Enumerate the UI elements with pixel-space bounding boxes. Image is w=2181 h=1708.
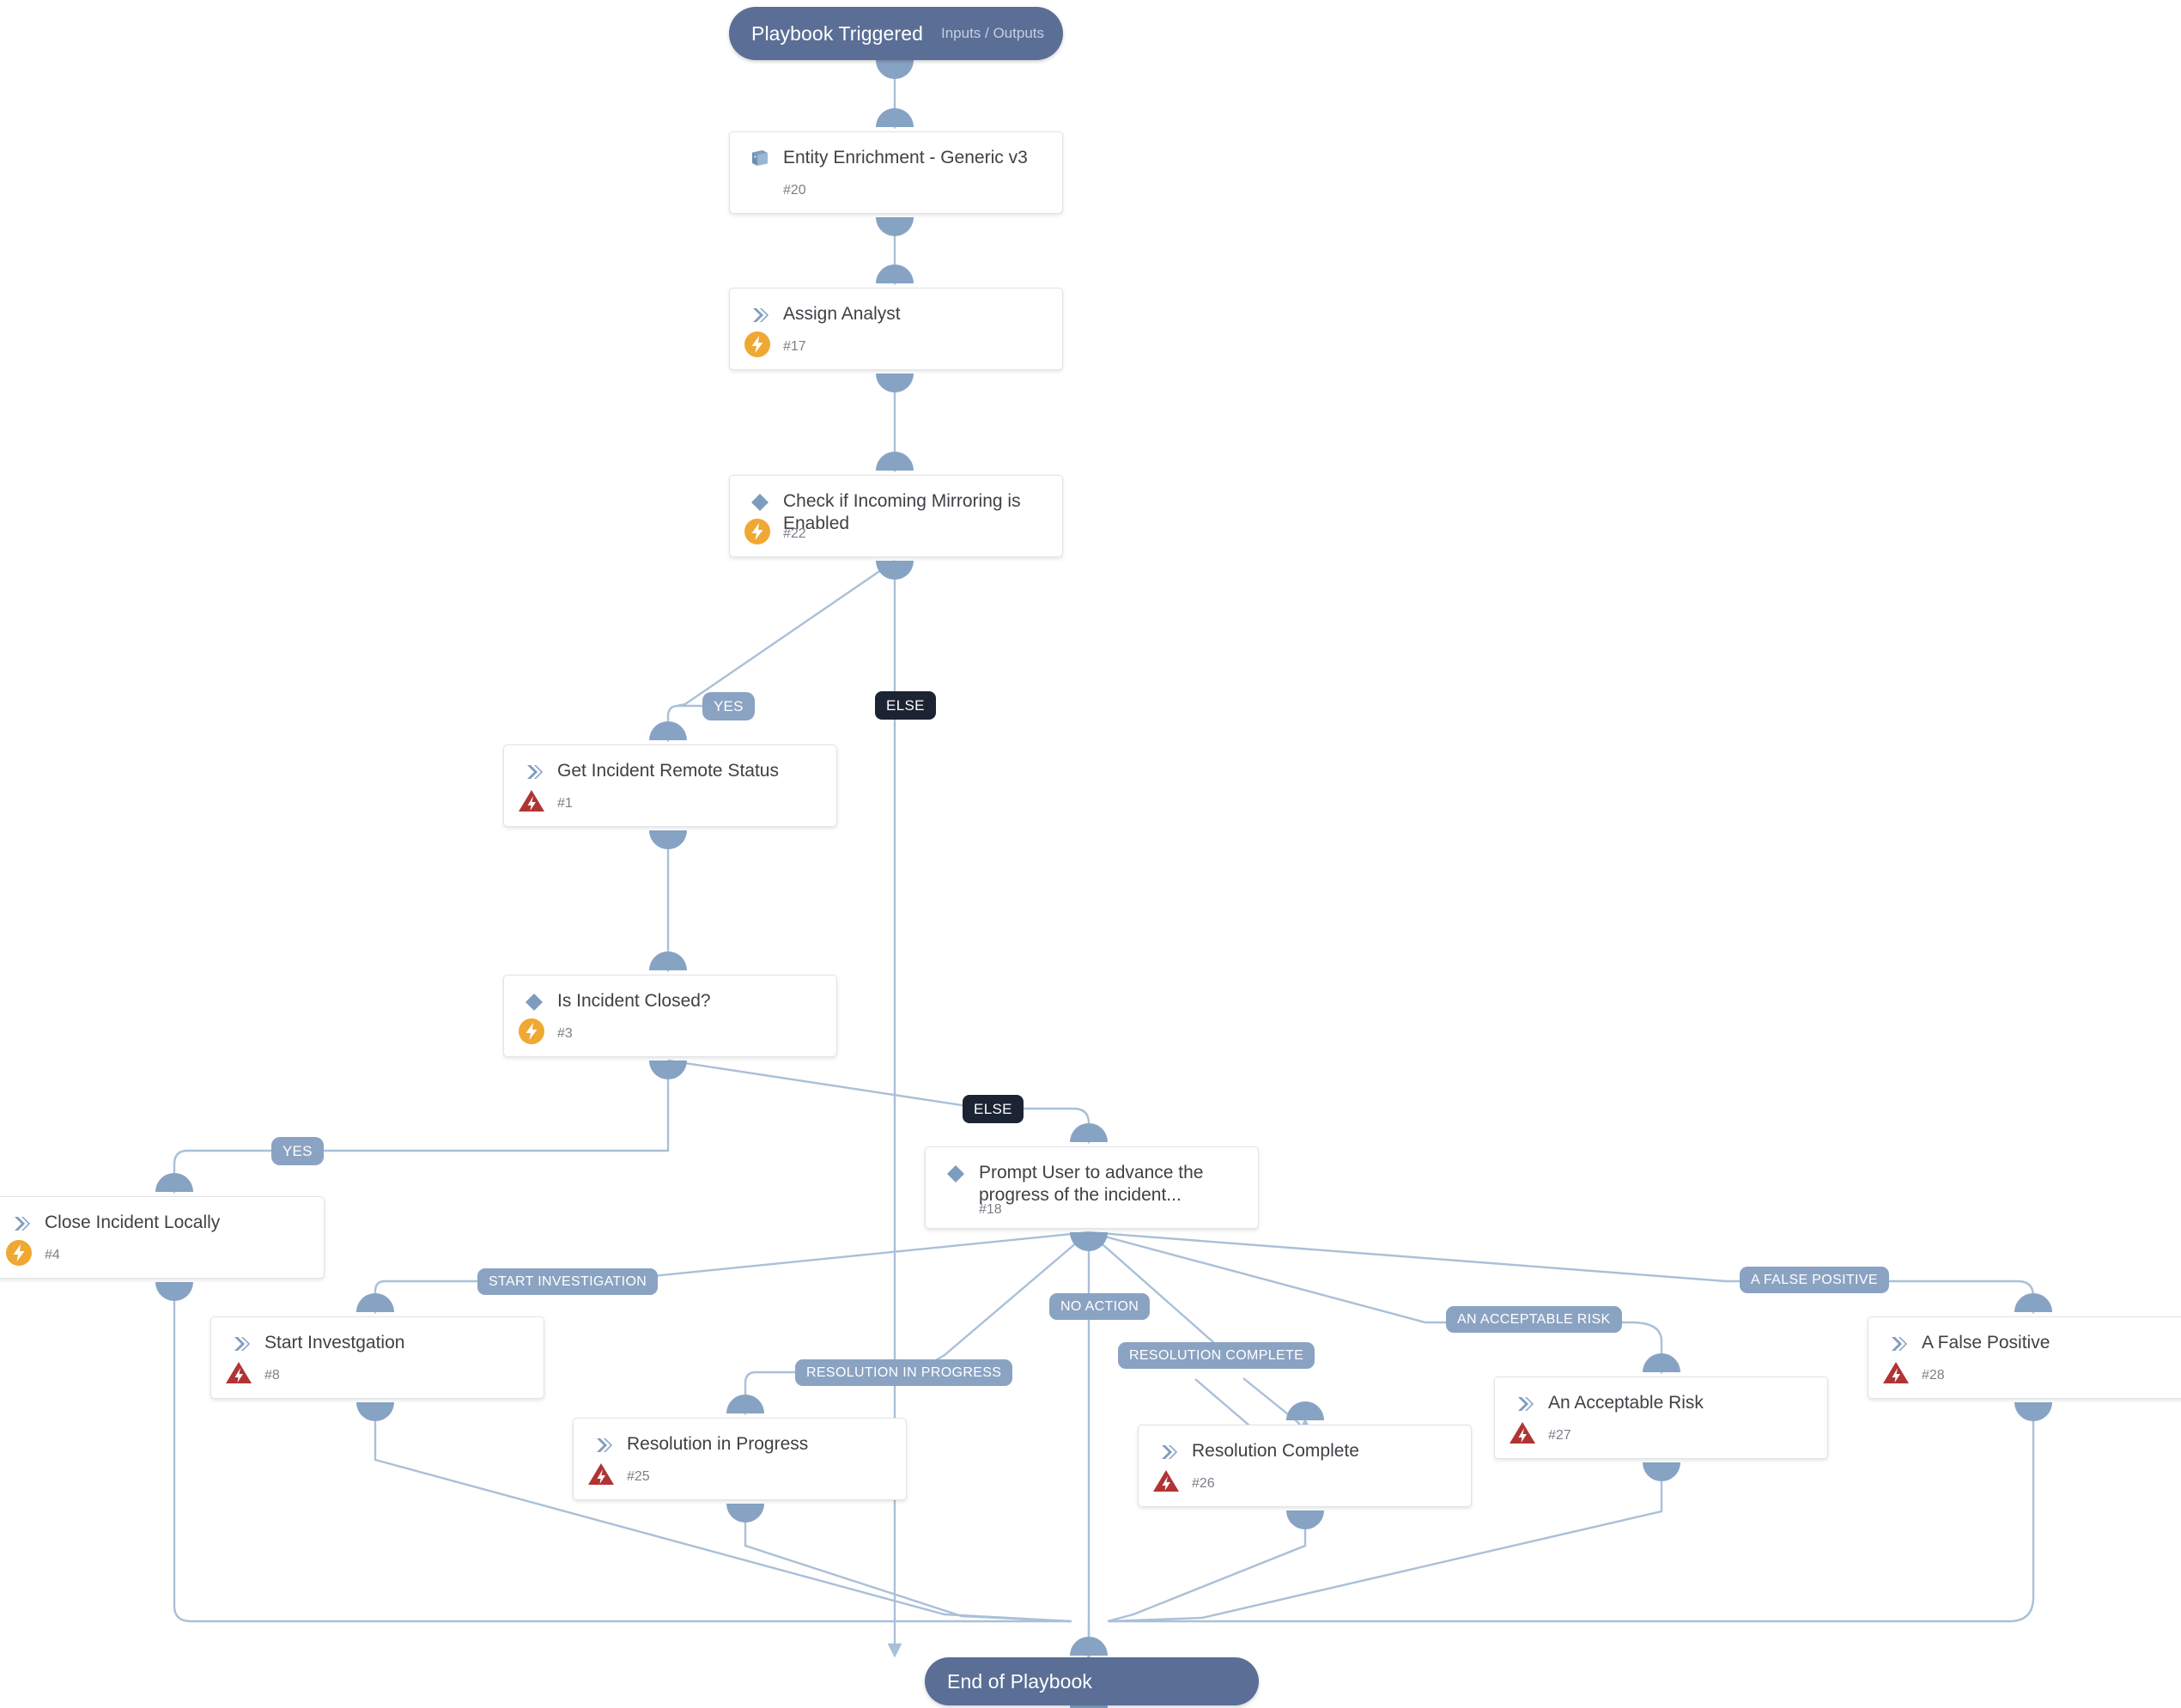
task-title: Start Investgation <box>264 1333 405 1352</box>
chevron-task-icon <box>230 1333 252 1355</box>
task-title: An Acceptable Risk <box>1548 1393 1704 1413</box>
branch-label-yes-mirroring[interactable]: YES <box>702 692 755 720</box>
chevron-task-icon <box>1157 1441 1180 1463</box>
branch-label-start-investigation[interactable]: START INVESTIGATION <box>477 1268 659 1295</box>
chevron-task-icon <box>592 1434 615 1456</box>
task-title: Is Incident Closed? <box>557 991 711 1011</box>
lightning-status-icon <box>741 515 774 548</box>
task-card-get-incident-remote-status[interactable]: Get Incident Remote Status #1 <box>503 745 837 827</box>
end-of-playbook-node[interactable]: End of Playbook <box>925 1657 1259 1705</box>
task-number: #26 <box>1192 1476 1215 1491</box>
task-number: #18 <box>979 1202 1002 1217</box>
playbook-triggered-node[interactable]: Playbook Triggered Inputs / Outputs <box>729 7 1063 60</box>
task-number: #22 <box>783 526 806 541</box>
diamond-condition-icon <box>749 491 771 514</box>
branch-label-an-acceptable-risk[interactable]: AN ACCEPTABLE RISK <box>1446 1306 1622 1333</box>
chevron-task-icon <box>1514 1393 1536 1415</box>
task-card-a-false-positive[interactable]: A False Positive #28 <box>1868 1316 2181 1399</box>
playbook-canvas[interactable]: Playbook Triggered Inputs / Outputs Enti… <box>0 0 2181 1708</box>
task-number: #4 <box>45 1248 60 1262</box>
end-node-title: End of Playbook <box>947 1669 1093 1693</box>
error-status-icon <box>1506 1417 1539 1450</box>
branch-label-resolution-complete[interactable]: RESOLUTION COMPLETE <box>1118 1342 1315 1369</box>
task-card-assign-analyst[interactable]: Assign Analyst #17 <box>729 288 1063 370</box>
task-title: Entity Enrichment - Generic v3 <box>783 148 1028 167</box>
diamond-condition-icon <box>945 1163 967 1185</box>
task-number: #25 <box>627 1469 650 1484</box>
branch-label-a-false-positive[interactable]: A FALSE POSITIVE <box>1740 1267 1889 1293</box>
inputs-outputs-link[interactable]: Inputs / Outputs <box>941 25 1063 42</box>
task-title: Get Incident Remote Status <box>557 761 779 781</box>
error-status-icon <box>515 785 548 818</box>
task-card-resolution-complete[interactable]: Resolution Complete #26 <box>1138 1425 1472 1507</box>
task-card-an-acceptable-risk[interactable]: An Acceptable Risk #27 <box>1494 1377 1828 1459</box>
start-node-title: Playbook Triggered <box>751 21 923 45</box>
task-number: #28 <box>1922 1368 1945 1383</box>
task-title: Check if Incoming Mirroring is Enabled <box>783 491 1021 533</box>
lightning-status-icon <box>515 1015 548 1048</box>
task-number: #20 <box>783 183 806 198</box>
lightning-status-icon <box>3 1237 35 1269</box>
chevron-task-icon <box>1887 1333 1910 1355</box>
task-card-check-incoming-mirroring[interactable]: Check if Incoming Mirroring is Enabled #… <box>729 475 1063 557</box>
task-number: #17 <box>783 339 806 354</box>
error-status-icon <box>1880 1357 1912 1389</box>
task-title: Resolution Complete <box>1192 1441 1359 1461</box>
lightning-status-icon <box>741 328 774 361</box>
branch-label-resolution-in-progress[interactable]: RESOLUTION IN PROGRESS <box>795 1359 1013 1386</box>
diamond-condition-icon <box>523 991 545 1013</box>
branch-label-yes-incident-closed[interactable]: YES <box>271 1137 324 1165</box>
chevron-task-icon <box>10 1213 33 1235</box>
task-title: Prompt User to advance the progress of t… <box>979 1163 1204 1205</box>
chevron-task-icon <box>523 761 545 783</box>
task-title: Assign Analyst <box>783 304 901 324</box>
task-title: Resolution in Progress <box>627 1434 809 1454</box>
task-number: #1 <box>557 796 573 811</box>
task-card-prompt-user[interactable]: Prompt User to advance the progress of t… <box>925 1146 1259 1229</box>
error-status-icon <box>1150 1465 1182 1498</box>
task-number: #3 <box>557 1026 573 1041</box>
error-status-icon <box>222 1357 255 1389</box>
task-card-is-incident-closed[interactable]: Is Incident Closed? #3 <box>503 975 837 1057</box>
branch-label-else-mirroring[interactable]: ELSE <box>875 691 936 720</box>
task-title: Close Incident Locally <box>45 1213 221 1232</box>
task-card-entity-enrichment[interactable]: Entity Enrichment - Generic v3 #20 <box>729 131 1063 214</box>
task-card-resolution-in-progress[interactable]: Resolution in Progress #25 <box>573 1418 907 1500</box>
task-card-start-investigation[interactable]: Start Investgation #8 <box>210 1316 544 1399</box>
branch-label-no-action[interactable]: NO ACTION <box>1049 1293 1151 1320</box>
task-title: A False Positive <box>1922 1333 2050 1352</box>
task-number: #8 <box>264 1368 280 1383</box>
chevron-task-icon <box>749 304 771 326</box>
branch-label-else-incident-closed[interactable]: ELSE <box>963 1095 1024 1123</box>
edge-layer <box>155 60 2052 1708</box>
error-status-icon <box>585 1458 617 1491</box>
playbook-book-icon <box>749 148 771 170</box>
task-card-close-incident-locally[interactable]: Close Incident Locally #4 <box>0 1196 325 1279</box>
task-number: #27 <box>1548 1428 1571 1443</box>
